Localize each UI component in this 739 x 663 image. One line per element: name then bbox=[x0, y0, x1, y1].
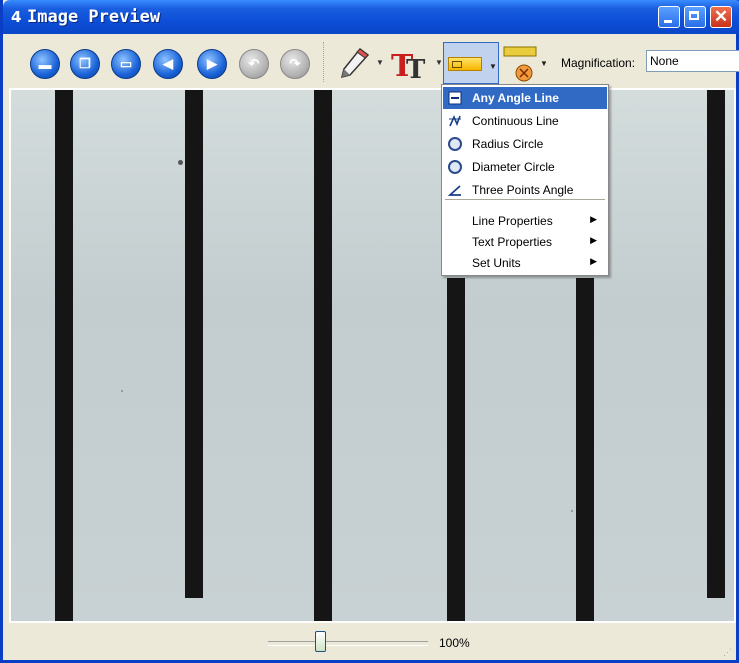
toolbar: ▬ ❐ ▭ ◀ ▶ ↶ ↷ ▼ T T ▼ ▼ ▼ Magnification: bbox=[3, 34, 739, 88]
angle-icon bbox=[448, 185, 461, 196]
previous-button[interactable]: ◀ bbox=[153, 49, 183, 79]
menu-item-radius-circle[interactable]: Radius Circle bbox=[443, 133, 607, 155]
status-bar: 100% ⋰ bbox=[3, 623, 736, 660]
submenu-arrow-icon: ▶ bbox=[590, 256, 597, 266]
next-button[interactable]: ▶ bbox=[197, 49, 227, 79]
magnification-label: Magnification: bbox=[561, 56, 636, 70]
toolbar-separator bbox=[323, 42, 326, 82]
title-bar[interactable]: 4 Image Preview ✕ bbox=[3, 0, 739, 34]
scale-line bbox=[707, 90, 725, 598]
image-canvas[interactable] bbox=[9, 88, 736, 623]
line-icon bbox=[448, 91, 462, 105]
save-button[interactable]: ▬ bbox=[30, 49, 60, 79]
menu-item-three-points-angle[interactable]: Three Points Angle bbox=[443, 179, 607, 201]
submenu-arrow-icon: ▶ bbox=[590, 214, 597, 224]
menu-separator bbox=[445, 199, 605, 200]
undo-icon: ↶ bbox=[248, 56, 260, 71]
arrow-left-icon: ◀ bbox=[163, 56, 173, 71]
zoom-slider-thumb[interactable] bbox=[315, 631, 326, 652]
copy-icon: ❐ bbox=[79, 56, 91, 71]
arrow-right-icon: ▶ bbox=[207, 56, 217, 71]
close-button[interactable]: ✕ bbox=[710, 6, 732, 28]
close-icon: ✕ bbox=[713, 7, 729, 26]
scale-line bbox=[314, 90, 332, 621]
text-dropdown-arrow[interactable]: ▼ bbox=[435, 59, 443, 67]
measure-tool-button[interactable]: ▼ bbox=[443, 42, 499, 84]
image-preview-window: 4 Image Preview ✕ ▬ ❐ ▭ ◀ ▶ ↶ ↷ ▼ T T ▼ … bbox=[0, 0, 739, 663]
save-icon: ▬ bbox=[38, 56, 52, 72]
svg-text:▼: ▼ bbox=[540, 59, 546, 68]
print-icon: ▭ bbox=[119, 56, 133, 71]
calibration-icon[interactable]: ▼ bbox=[502, 44, 546, 84]
undo-button[interactable]: ↶ bbox=[239, 49, 269, 79]
svg-text:T: T bbox=[406, 55, 426, 82]
diameter-circle-icon bbox=[448, 160, 462, 174]
redo-button[interactable]: ↷ bbox=[280, 49, 310, 79]
menu-item-diameter-circle[interactable]: Diameter Circle bbox=[443, 156, 607, 178]
dust-speck bbox=[178, 160, 183, 165]
print-button[interactable]: ▭ bbox=[111, 49, 141, 79]
scale-line bbox=[185, 90, 203, 598]
pencil-dropdown-arrow[interactable]: ▼ bbox=[376, 59, 384, 67]
menu-item-line-properties[interactable]: Line Properties ▶ bbox=[443, 210, 607, 232]
scale-line bbox=[576, 278, 594, 621]
measure-dropdown-arrow: ▼ bbox=[489, 62, 497, 71]
resize-grip[interactable]: ⋰ bbox=[723, 647, 733, 657]
measure-menu: Any Angle Line Continuous Line Radius Ci… bbox=[441, 84, 609, 276]
scale-line bbox=[447, 278, 465, 621]
copy-button[interactable]: ❐ bbox=[70, 49, 100, 79]
polyline-icon bbox=[449, 115, 461, 127]
scale-line bbox=[55, 90, 73, 621]
magnification-select[interactable]: None bbox=[646, 50, 739, 72]
app-icon: 4 bbox=[11, 8, 22, 26]
redo-icon: ↷ bbox=[289, 56, 301, 71]
ruler-icon bbox=[448, 57, 482, 71]
text-tool-icon[interactable]: T T bbox=[391, 44, 433, 82]
menu-item-any-angle-line[interactable]: Any Angle Line bbox=[443, 87, 607, 109]
menu-item-continuous-line[interactable]: Continuous Line bbox=[443, 110, 607, 132]
maximize-button[interactable] bbox=[684, 6, 706, 28]
dust-speck bbox=[571, 510, 573, 512]
menu-item-text-properties[interactable]: Text Properties ▶ bbox=[443, 231, 607, 253]
menu-item-set-units[interactable]: Set Units ▶ bbox=[443, 252, 607, 274]
pencil-icon[interactable] bbox=[340, 47, 370, 79]
minimize-button[interactable] bbox=[658, 6, 680, 28]
dust-speck bbox=[121, 390, 123, 392]
radius-circle-icon bbox=[448, 137, 462, 151]
window-title: Image Preview bbox=[27, 7, 161, 27]
zoom-level: 100% bbox=[439, 636, 470, 650]
zoom-slider-track[interactable] bbox=[268, 641, 428, 646]
microscope-image bbox=[11, 90, 734, 621]
submenu-arrow-icon: ▶ bbox=[590, 235, 597, 245]
